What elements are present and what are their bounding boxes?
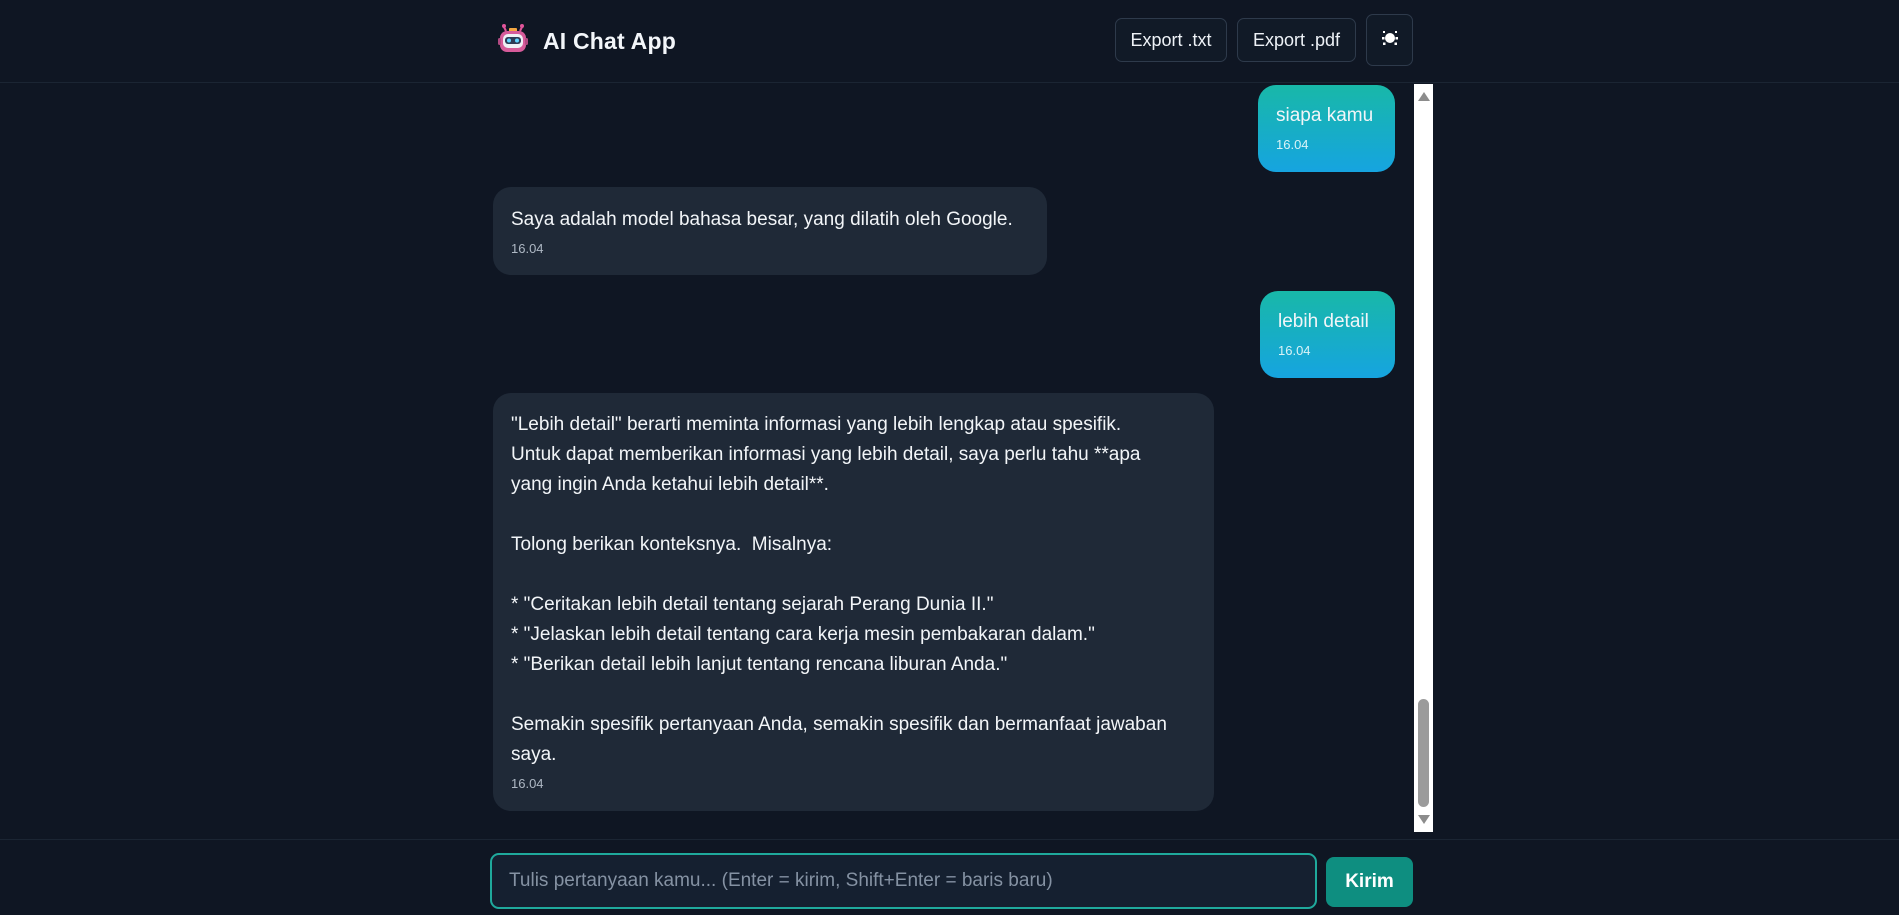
scrollbar-thumb[interactable] (1418, 699, 1429, 807)
message-text: "Lebih detail" berarti meminta informasi… (511, 414, 1167, 765)
app-title: AI Chat App (543, 27, 676, 54)
message-input-wrapper (490, 853, 1317, 909)
user-message: siapa kamu 16.04 (1258, 85, 1395, 172)
assistant-message: Saya adalah model bahasa besar, yang dil… (493, 187, 1047, 275)
message-time: 16.04 (1278, 343, 1311, 358)
user-message: lebih detail 16.04 (1260, 291, 1395, 378)
robot-icon (495, 21, 531, 61)
assistant-message: "Lebih detail" berarti meminta informasi… (493, 393, 1214, 811)
message-text: lebih detail (1278, 311, 1369, 332)
app-header: AI Chat App Export .txt Export .pdf (0, 0, 1899, 83)
export-pdf-button[interactable]: Export .pdf (1237, 18, 1356, 62)
message-text: siapa kamu (1276, 105, 1374, 126)
export-txt-button[interactable]: Export .txt (1115, 18, 1227, 62)
scroll-up-arrow-icon[interactable] (1418, 92, 1430, 101)
message-text: Saya adalah model bahasa besar, yang dil… (511, 209, 1013, 230)
theme-toggle-button[interactable] (1366, 14, 1413, 66)
message-time: 16.04 (511, 776, 544, 791)
theme-toggle-icon (1379, 27, 1401, 54)
send-button[interactable]: Kirim (1326, 857, 1413, 907)
chat-scrollbar[interactable] (1414, 84, 1433, 832)
message-time: 16.04 (511, 241, 544, 256)
scroll-down-arrow-icon[interactable] (1418, 815, 1430, 824)
brand: AI Chat App (495, 22, 676, 60)
message-time: 16.04 (1276, 137, 1309, 152)
message-input[interactable] (509, 870, 1315, 892)
chat-messages[interactable]: siapa kamu 16.04 Saya adalah model bahas… (493, 84, 1431, 832)
